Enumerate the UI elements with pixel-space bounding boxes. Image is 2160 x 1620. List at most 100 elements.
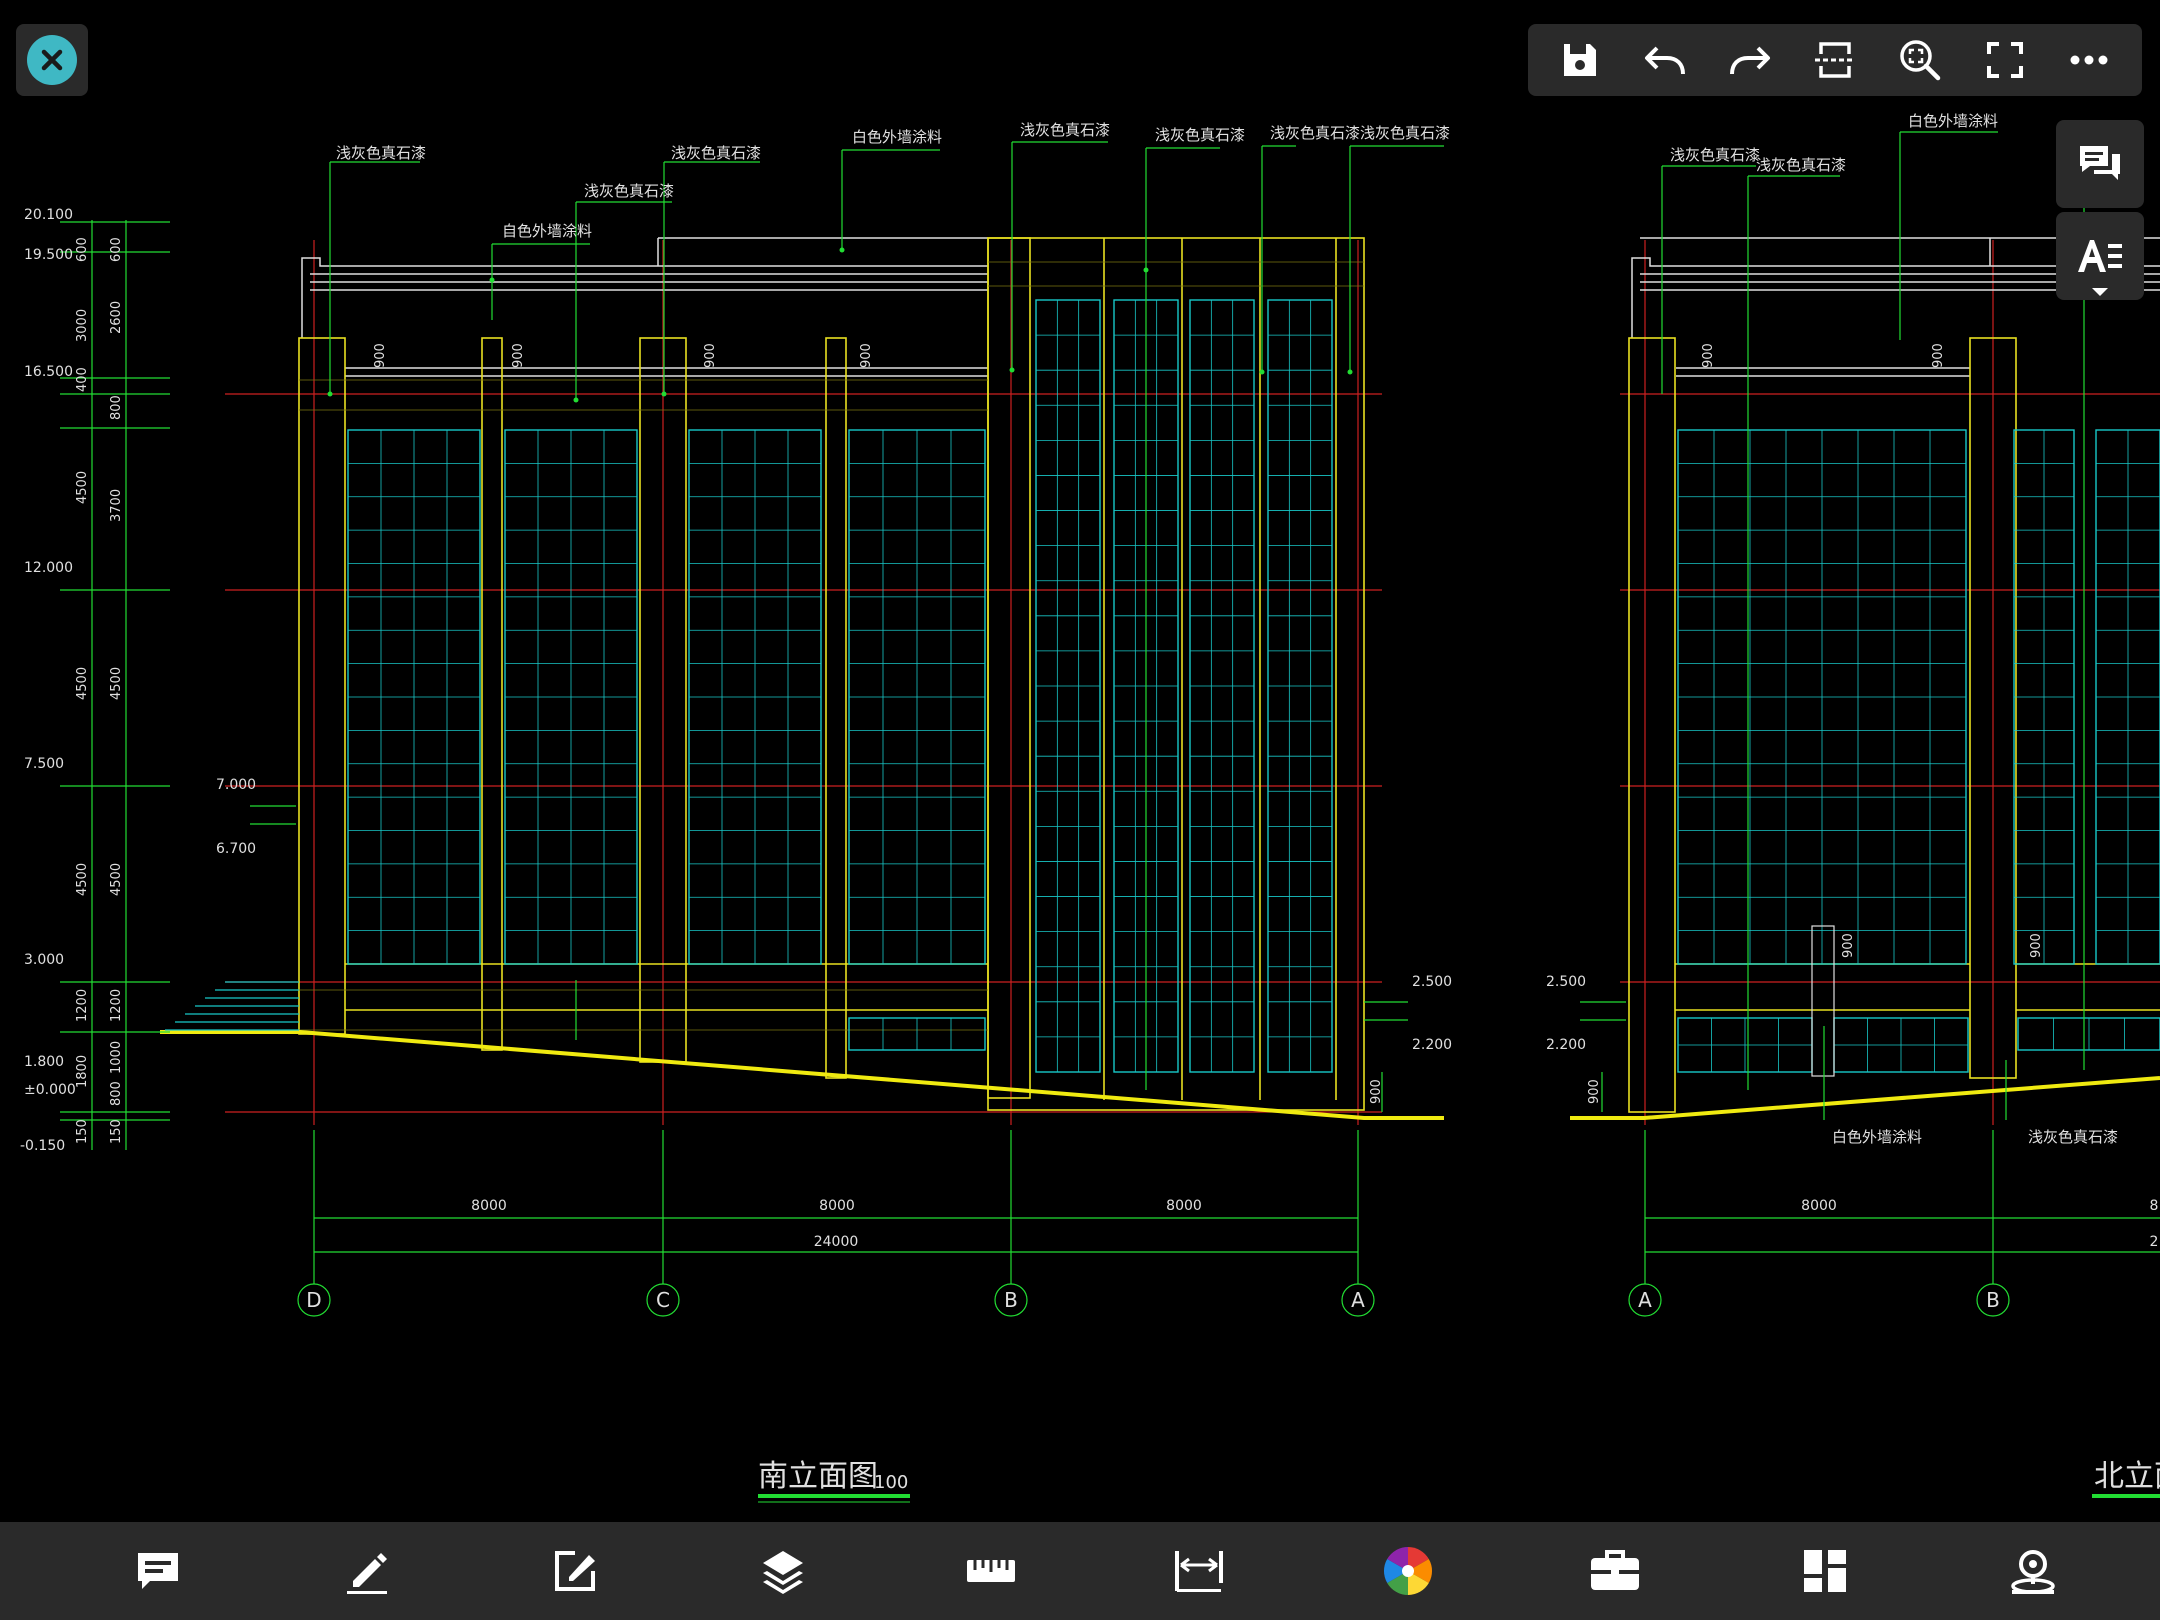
annotation-icon [138, 1553, 178, 1589]
total-dim: 24000 [814, 1234, 859, 1250]
fullscreen-button[interactable] [1973, 28, 2037, 92]
level-label: 2.200 [1546, 1037, 1586, 1053]
annotation-label: 浅灰色真石漆 [1020, 121, 1110, 139]
zoom-region-button[interactable] [1888, 28, 1952, 92]
annotation-label: 浅灰色真石漆 [336, 144, 426, 162]
axis-bubble-label: C [656, 1288, 670, 1312]
dim-label: 3000 [75, 309, 90, 342]
dim-label: 4500 [109, 667, 124, 700]
annotation-label: 白色外墙涂料 [1832, 1128, 1922, 1146]
dim-label: 3700 [109, 489, 124, 522]
annotation-label: 浅灰色真石漆 [1670, 146, 1760, 164]
pen-button[interactable] [332, 1538, 402, 1604]
chevron-down-icon [2092, 288, 2108, 296]
dim-label: 400 [75, 367, 90, 392]
dim-label: 150 [75, 1119, 90, 1144]
elevation-label: 3.000 [24, 952, 64, 968]
color-button[interactable] [1373, 1538, 1443, 1604]
dim-label: 4500 [75, 471, 90, 504]
dimension-button[interactable] [1164, 1538, 1234, 1604]
annotation-label: 浅灰色真石漆浅灰色真石漆 [1270, 124, 1450, 142]
total-dim: 2 [2150, 1234, 2159, 1250]
save-button[interactable] [1548, 28, 1612, 92]
dim-label: 900 [2029, 933, 2044, 958]
zoom-region-icon [1900, 40, 1941, 81]
axis-bubble-label: A [1638, 1288, 1652, 1312]
elevation-label: 12.000 [24, 560, 73, 576]
dim-label: 1200 [75, 989, 90, 1022]
save-icon [1564, 44, 1597, 76]
elevation-label: 19.500 [24, 247, 73, 263]
elevation-label: 16.500 [24, 364, 73, 380]
layers-button[interactable] [748, 1538, 818, 1604]
dim-label: 1200 [109, 989, 124, 1022]
undo-button[interactable] [1633, 28, 1697, 92]
elevation-label: ±0.000 [24, 1082, 76, 1098]
dim-label: 600 [109, 237, 124, 262]
annotation-label: 浅灰色真石漆 [2028, 1128, 2118, 1146]
annotation-label: 浅灰色真石漆 [1756, 156, 1846, 174]
level-label: 6.700 [216, 841, 256, 857]
dim-label: 4500 [75, 863, 90, 896]
section-icon [1814, 42, 1855, 78]
layers-icon [763, 1551, 803, 1594]
more-icon [2070, 55, 2108, 65]
color-wheel-icon [1383, 1547, 1433, 1595]
redo-button[interactable] [1718, 28, 1782, 92]
edit-button[interactable] [540, 1538, 610, 1604]
dim-label: 800 [109, 395, 124, 420]
drawing-scale: 100 [874, 1472, 908, 1493]
comments-button[interactable] [2056, 120, 2144, 208]
toolbox-button[interactable] [1580, 1538, 1650, 1604]
annotation-label: 浅灰色真石漆 [1155, 126, 1245, 144]
dim-label: 4500 [109, 863, 124, 896]
annotation-label: 浅灰色真石漆 [671, 144, 761, 162]
bay-dim: 8000 [1166, 1198, 1202, 1214]
pen-icon [347, 1553, 387, 1594]
bottom-toolbar [0, 1522, 2160, 1620]
more-button[interactable] [2057, 28, 2121, 92]
dim-label: 900 [1587, 1079, 1602, 1104]
dim-label: 1800 [75, 1055, 90, 1088]
axis-bubble-label: D [306, 1288, 321, 1312]
dim-label: 900 [859, 343, 874, 368]
text-style-icon [2078, 240, 2122, 272]
3d-view-button[interactable] [1998, 1538, 2068, 1604]
elevation-label: 20.100 [24, 207, 73, 223]
text-style-button[interactable] [2056, 212, 2144, 300]
redo-icon [1730, 46, 1771, 75]
layout-button[interactable] [1790, 1538, 1860, 1604]
axis-bubble-label: B [1004, 1288, 1018, 1312]
close-button[interactable] [16, 24, 88, 96]
bay-dim: 8000 [471, 1198, 507, 1214]
dim-label: 900 [703, 343, 718, 368]
axis-bubble-label: A [1351, 1288, 1365, 1312]
annotation-button[interactable] [123, 1538, 193, 1604]
cad-drawing-canvas[interactable]: 浅灰色真石漆 浅灰色真石漆 浅灰色真石漆 自色外墙涂料 白色外墙涂料 浅灰色真石… [0, 0, 2160, 1620]
elevation-label: -0.150 [20, 1138, 65, 1154]
dim-label: 900 [373, 343, 388, 368]
dim-label: 900 [1931, 343, 1946, 368]
undo-icon [1645, 46, 1686, 75]
elevation-label: 1.800 [24, 1054, 64, 1070]
dim-label: 900 [1701, 343, 1716, 368]
section-button[interactable] [1803, 28, 1867, 92]
level-label: 7.000 [216, 777, 256, 793]
annotation-label: 自色外墙涂料 [502, 222, 592, 240]
north-elevation-title: 北立面图 [2094, 1459, 2160, 1494]
level-label: 2.200 [1412, 1037, 1452, 1053]
edit-icon [555, 1551, 595, 1591]
bay-dim: 8000 [819, 1198, 855, 1214]
dim-label: 1000 [109, 1041, 124, 1074]
dim-label: 150 [109, 1119, 124, 1144]
south-elevation-title: 南立面图 [758, 1459, 878, 1494]
measure-icon [967, 1560, 1015, 1582]
layout-icon [1804, 1550, 1846, 1592]
dim-label: 4500 [75, 667, 90, 700]
elevation-label: 7.500 [24, 756, 64, 772]
measure-button[interactable] [956, 1538, 1026, 1604]
annotation-label: 白色外墙涂料 [1908, 112, 1998, 130]
dim-label: 600 [75, 237, 90, 262]
dim-label: 800 [109, 1081, 124, 1106]
bay-dim: 8000 [1801, 1198, 1837, 1214]
